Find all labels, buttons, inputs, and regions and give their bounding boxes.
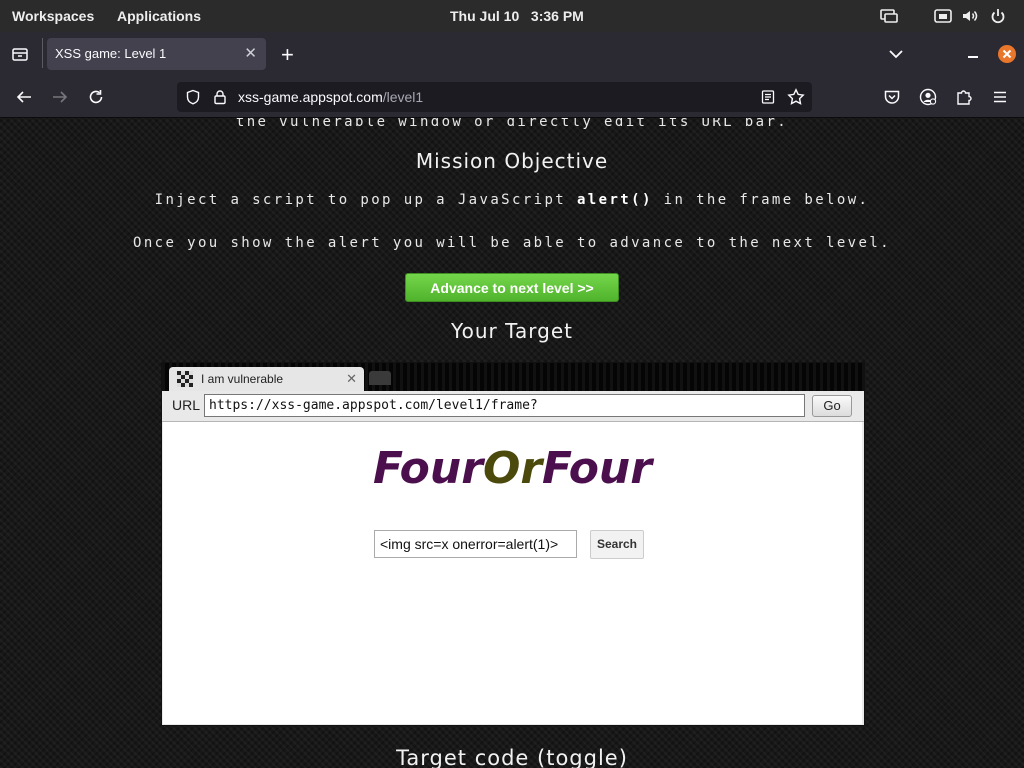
network-icon[interactable] [934,7,952,25]
frame-tab-title: I am vulnerable [201,372,284,386]
logo-part-or: Or [482,443,543,494]
logo-part-four: Four [373,443,483,494]
objective-suffix: in the frame below. [652,192,870,208]
advance-note: Once you show the alert you will be able… [132,235,891,251]
extensions-puzzle-icon[interactable] [955,88,973,106]
your-target-heading: Your Target [451,319,573,343]
url-text[interactable]: xss-game.appspot.com/level1 [238,89,423,105]
reader-view-icon[interactable] [760,89,776,105]
power-icon[interactable] [989,7,1007,25]
frame-url-row: URL https://xss-game.appspot.com/level1/… [162,391,864,422]
hamburger-menu-icon[interactable] [991,88,1009,106]
url-host: xss-game.appspot.com [238,89,383,105]
frame-url-input[interactable]: https://xss-game.appspot.com/level1/fram… [204,394,805,417]
frame-go-button[interactable]: Go [812,395,852,417]
clock[interactable]: Thu Jul 10 3:36 PM [450,8,584,24]
search-button[interactable]: Search [590,530,644,559]
alert-code: alert() [576,192,653,208]
list-tabs-chevron-down-icon[interactable] [887,45,905,63]
mission-objective-heading: Mission Objective [415,149,609,173]
logo-part-four-2: Four [542,443,652,494]
close-window-icon[interactable] [997,44,1017,64]
reload-icon[interactable] [87,88,105,106]
page-content: the vulnerable window or directly edit i… [0,118,1024,768]
intro-text-line: the vulnerable window or directly edit i… [235,118,789,130]
frame-tab[interactable]: I am vulnerable ✕ [169,367,364,391]
frame-new-tab-button[interactable] [369,371,391,385]
search-input[interactable]: <img src=x onerror=alert(1)> [374,530,577,558]
fourorfour-logo: FourOrFour [163,443,862,494]
frame-url-label: URL [172,397,201,413]
tab-overview-icon[interactable] [11,45,29,63]
new-tab-button[interactable]: + [281,42,294,68]
tab-title: XSS game: Level 1 [55,46,167,61]
back-arrow-icon[interactable] [15,88,33,106]
advance-next-level-button[interactable]: Advance to next level >> [405,273,619,302]
checkered-favicon-icon [177,371,193,387]
pocket-icon[interactable] [883,88,901,106]
objective-text: Inject a script to pop up a JavaScript a… [0,192,1024,208]
account-icon[interactable] [919,88,937,106]
screen-share-icon[interactable] [880,7,898,25]
bookmark-star-icon[interactable] [787,88,805,106]
tab-xss-game[interactable]: XSS game: Level 1 ✕ [47,38,266,70]
target-frame: I am vulnerable ✕ URL https://xss-game.a… [161,362,865,726]
tab-separator [42,38,43,68]
volume-icon[interactable] [961,7,979,25]
lock-icon[interactable] [212,89,228,105]
frame-tab-bar: I am vulnerable ✕ [162,363,864,391]
tracking-protection-shield-icon[interactable] [185,89,201,105]
target-code-toggle-heading[interactable]: Target code (toggle) [0,746,1024,768]
system-top-bar: Workspaces Applications Thu Jul 10 3:36 … [0,0,1024,32]
frame-tab-close-icon[interactable]: ✕ [346,371,357,387]
objective-prefix: Inject a script to pop up a JavaScript [154,192,577,208]
workspaces-menu[interactable]: Workspaces [12,8,94,24]
applications-menu[interactable]: Applications [117,8,201,24]
tab-close-icon[interactable]: ✕ [244,44,257,62]
forward-arrow-icon[interactable] [51,88,69,106]
minimize-window-icon[interactable] [964,45,982,63]
address-bar[interactable]: xss-game.appspot.com/level1 [177,82,812,112]
frame-body: FourOrFour <img src=x onerror=alert(1)> … [163,422,862,724]
url-path: /level1 [382,89,424,105]
